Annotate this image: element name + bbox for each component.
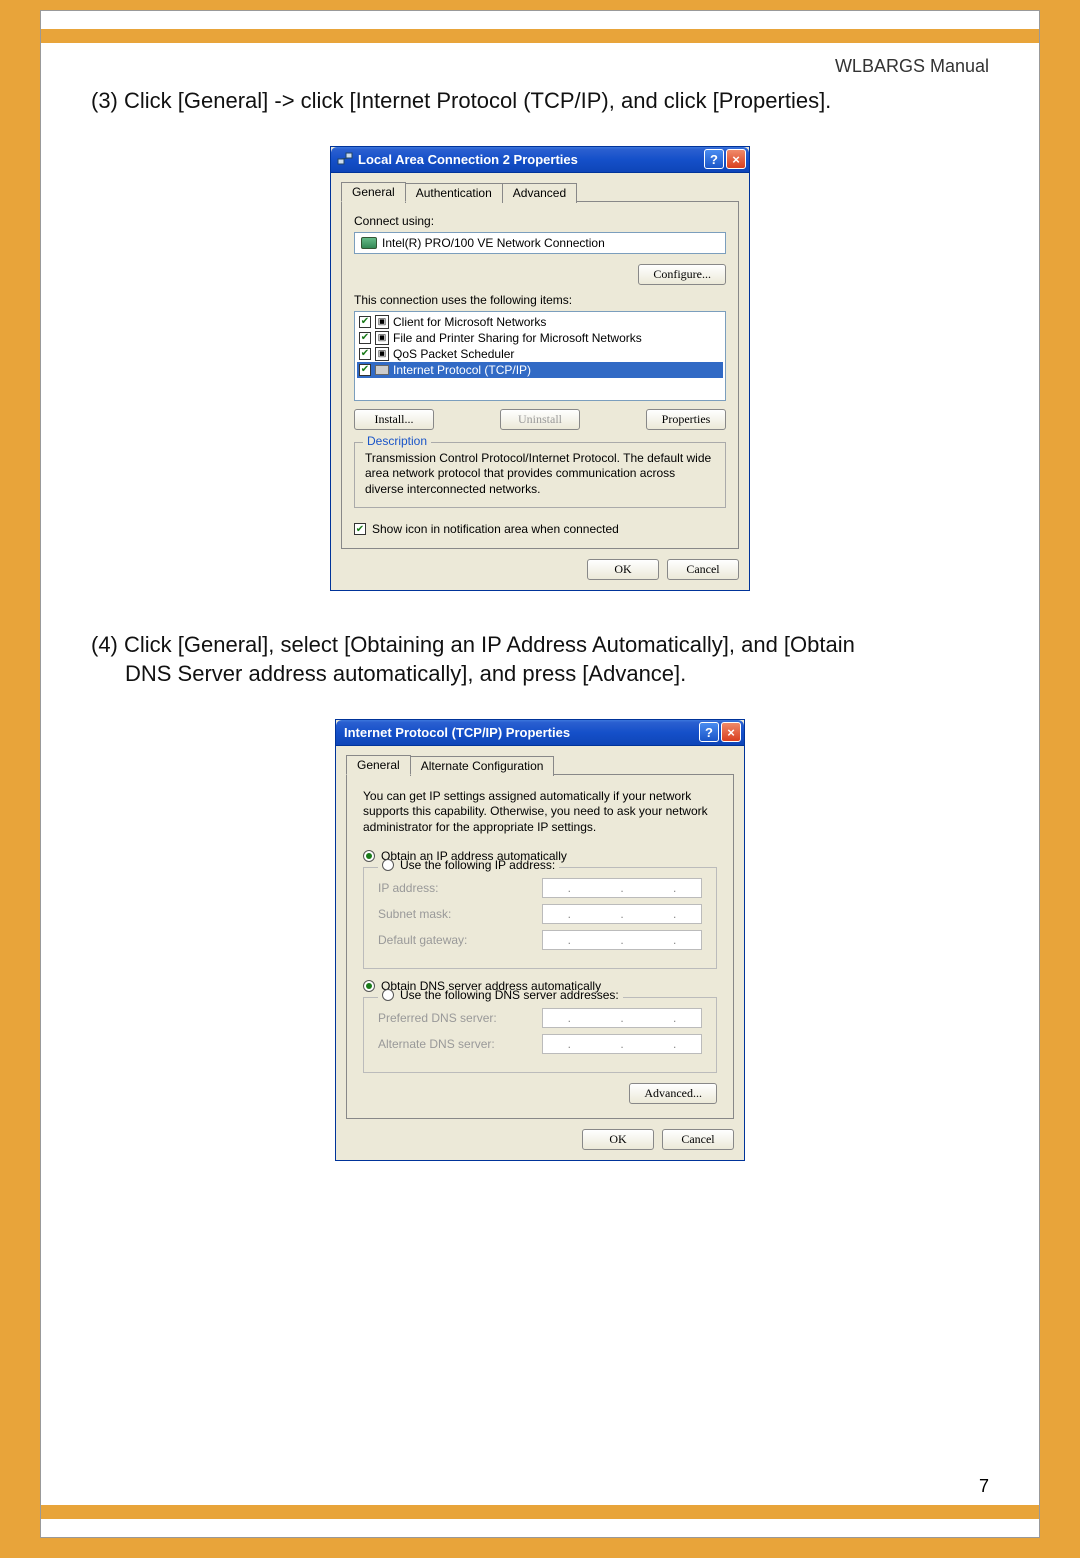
- show-icon-label: Show icon in notification area when conn…: [372, 522, 619, 536]
- tab-advanced[interactable]: Advanced: [502, 183, 577, 203]
- cancel-button[interactable]: Cancel: [667, 559, 739, 580]
- radio-icon[interactable]: [363, 980, 375, 992]
- network-icon: [337, 151, 353, 167]
- step4-line1: (4) Click [General], select [Obtaining a…: [91, 632, 855, 657]
- uninstall-button: Uninstall: [500, 409, 580, 430]
- cancel-button[interactable]: Cancel: [662, 1129, 734, 1150]
- tab-alt-config[interactable]: Alternate Configuration: [410, 756, 555, 776]
- checkbox-icon[interactable]: ✔: [359, 348, 371, 360]
- list-item-selected[interactable]: ✔ Internet Protocol (TCP/IP): [357, 362, 723, 378]
- manual-ip-group: Use the following IP address: IP address…: [363, 867, 717, 969]
- radio-icon[interactable]: [382, 989, 394, 1001]
- tcpip-icon: [375, 365, 389, 375]
- radio-manual-ip[interactable]: Use the following IP address:: [378, 858, 559, 872]
- qos-icon: ▣: [375, 347, 389, 361]
- checkbox-icon[interactable]: ✔: [359, 332, 371, 344]
- list-item-label: File and Printer Sharing for Microsoft N…: [393, 331, 642, 345]
- titlebar[interactable]: Internet Protocol (TCP/IP) Properties ? …: [336, 720, 744, 746]
- tabs: General Authentication Advanced: [341, 181, 739, 201]
- adapter-icon: [361, 237, 377, 249]
- description-text: Transmission Control Protocol/Internet P…: [365, 451, 715, 498]
- list-item[interactable]: ✔ ▣ Client for Microsoft Networks: [357, 314, 723, 330]
- subnet-label: Subnet mask:: [378, 907, 451, 921]
- description-legend: Description: [363, 434, 431, 448]
- tcpip-properties-dialog: Internet Protocol (TCP/IP) Properties ? …: [335, 719, 745, 1162]
- close-button[interactable]: ×: [721, 722, 741, 742]
- adapter-name: Intel(R) PRO/100 VE Network Connection: [382, 236, 605, 250]
- subnet-input: ...: [542, 904, 702, 924]
- configure-button[interactable]: Configure...: [638, 264, 726, 285]
- help-button[interactable]: ?: [699, 722, 719, 742]
- radio-icon[interactable]: [363, 850, 375, 862]
- titlebar[interactable]: Local Area Connection 2 Properties ? ×: [331, 147, 749, 173]
- close-button[interactable]: ×: [726, 149, 746, 169]
- radio-label: Use the following DNS server addresses:: [400, 988, 619, 1002]
- radio-icon[interactable]: [382, 859, 394, 871]
- tabs: General Alternate Configuration: [346, 754, 734, 774]
- gateway-input: ...: [542, 930, 702, 950]
- ip-address-label: IP address:: [378, 881, 438, 895]
- radio-manual-dns[interactable]: Use the following DNS server addresses:: [378, 988, 623, 1002]
- items-label: This connection uses the following items…: [354, 293, 726, 307]
- dialog-title: Internet Protocol (TCP/IP) Properties: [342, 725, 697, 740]
- gateway-label: Default gateway:: [378, 933, 467, 947]
- properties-button[interactable]: Properties: [646, 409, 726, 430]
- lan-properties-dialog: Local Area Connection 2 Properties ? × G…: [330, 146, 750, 592]
- checkbox-icon[interactable]: ✔: [359, 316, 371, 328]
- ok-button[interactable]: OK: [587, 559, 659, 580]
- checkbox-icon[interactable]: ✔: [359, 364, 371, 376]
- description-group: Description Transmission Control Protoco…: [354, 442, 726, 509]
- list-item[interactable]: ✔ ▣ QoS Packet Scheduler: [357, 346, 723, 362]
- advanced-button[interactable]: Advanced...: [629, 1083, 717, 1104]
- helptext: You can get IP settings assigned automat…: [363, 789, 717, 836]
- page-number: 7: [979, 1476, 989, 1497]
- pref-dns-label: Preferred DNS server:: [378, 1011, 497, 1025]
- alt-dns-label: Alternate DNS server:: [378, 1037, 495, 1051]
- alt-dns-input: ...: [542, 1034, 702, 1054]
- items-listbox[interactable]: ✔ ▣ Client for Microsoft Networks ✔ ▣ Fi…: [354, 311, 726, 401]
- list-item-label: Internet Protocol (TCP/IP): [393, 363, 531, 377]
- instruction-step-4: (4) Click [General], select [Obtaining a…: [91, 631, 989, 688]
- tab-authentication[interactable]: Authentication: [405, 183, 503, 203]
- adapter-field: Intel(R) PRO/100 VE Network Connection: [354, 232, 726, 254]
- tab-general[interactable]: General: [341, 182, 406, 202]
- install-button[interactable]: Install...: [354, 409, 434, 430]
- instruction-step-3: (3) Click [General] -> click [Internet P…: [91, 87, 989, 116]
- help-button[interactable]: ?: [704, 149, 724, 169]
- manual-title: WLBARGS Manual: [91, 56, 989, 77]
- pref-dns-input: ...: [542, 1008, 702, 1028]
- tab-general[interactable]: General: [346, 755, 411, 775]
- step4-line2: DNS Server address automatically], and p…: [91, 660, 989, 689]
- dialog-title: Local Area Connection 2 Properties: [358, 152, 702, 167]
- client-icon: ▣: [375, 315, 389, 329]
- ok-button[interactable]: OK: [582, 1129, 654, 1150]
- manual-dns-group: Use the following DNS server addresses: …: [363, 997, 717, 1073]
- list-item[interactable]: ✔ ▣ File and Printer Sharing for Microso…: [357, 330, 723, 346]
- share-icon: ▣: [375, 331, 389, 345]
- radio-label: Use the following IP address:: [400, 858, 555, 872]
- ip-address-input: ...: [542, 878, 702, 898]
- show-icon-checkbox[interactable]: ✔: [354, 523, 366, 535]
- list-item-label: QoS Packet Scheduler: [393, 347, 514, 361]
- connect-using-label: Connect using:: [354, 214, 726, 228]
- list-item-label: Client for Microsoft Networks: [393, 315, 546, 329]
